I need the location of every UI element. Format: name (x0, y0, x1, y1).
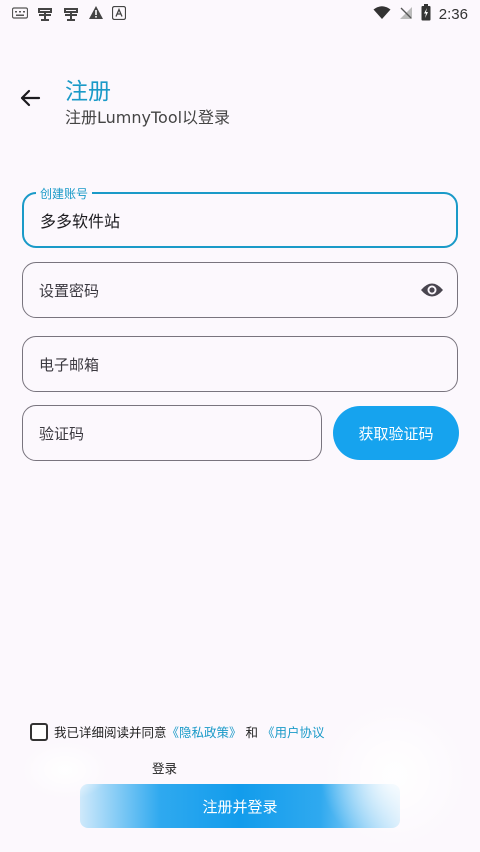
agreement-row: 我已详细阅读并同意《隐私政策》 和 《用户协议 (30, 722, 325, 741)
keyboard-icon (11, 6, 29, 22)
account-field-value: 多多软件站 (40, 212, 121, 231)
email-field-placeholder: 电子邮箱 (39, 355, 100, 374)
status-bar: 2:36 (0, 0, 480, 28)
agreement-suffix: 登录 (152, 761, 178, 776)
eye-icon (421, 283, 443, 297)
get-verification-code-button[interactable]: 获取验证码 (333, 406, 459, 460)
debug-icon (36, 4, 54, 25)
email-field[interactable]: 电子邮箱 (22, 336, 458, 392)
agreement-checkbox[interactable] (30, 722, 48, 741)
watermark-fade-left (20, 740, 110, 800)
agreement-text: 我已详细阅读并同意《隐私政策》 和 《用户协议 (54, 722, 325, 741)
password-field-placeholder: 设置密码 (39, 281, 100, 300)
arrow-left-icon (20, 89, 41, 107)
user-agreement-link[interactable]: 《用户协议 (262, 725, 325, 740)
no-sim-icon (399, 6, 413, 23)
watermark-fade-right (320, 700, 470, 850)
verification-code-field[interactable]: 验证码 (22, 405, 322, 461)
debug-icon (62, 4, 80, 25)
warning-icon (88, 5, 104, 23)
agreement-prefix: 我已详细阅读并同意 (54, 725, 167, 740)
wifi-icon (373, 5, 391, 23)
agreement-and: 和 (245, 725, 259, 740)
privacy-policy-link[interactable]: 《隐私政策》 (167, 725, 242, 740)
status-bar-left (11, 4, 127, 25)
password-field[interactable]: 设置密码 (22, 262, 458, 318)
toggle-password-visibility-button[interactable] (419, 277, 445, 303)
account-field[interactable]: 创建账号 多多软件站 (22, 185, 458, 248)
account-field-label: 创建账号 (36, 185, 93, 202)
status-bar-right: 2:36 (373, 4, 468, 24)
page-subtitle: 注册LumnyTool以登录 (65, 108, 231, 127)
verification-code-placeholder: 验证码 (39, 424, 85, 443)
app-icon (111, 5, 127, 23)
back-button[interactable] (14, 82, 46, 114)
status-time: 2:36 (438, 5, 468, 23)
battery-icon (421, 4, 431, 24)
page-title: 注册 (65, 79, 111, 105)
